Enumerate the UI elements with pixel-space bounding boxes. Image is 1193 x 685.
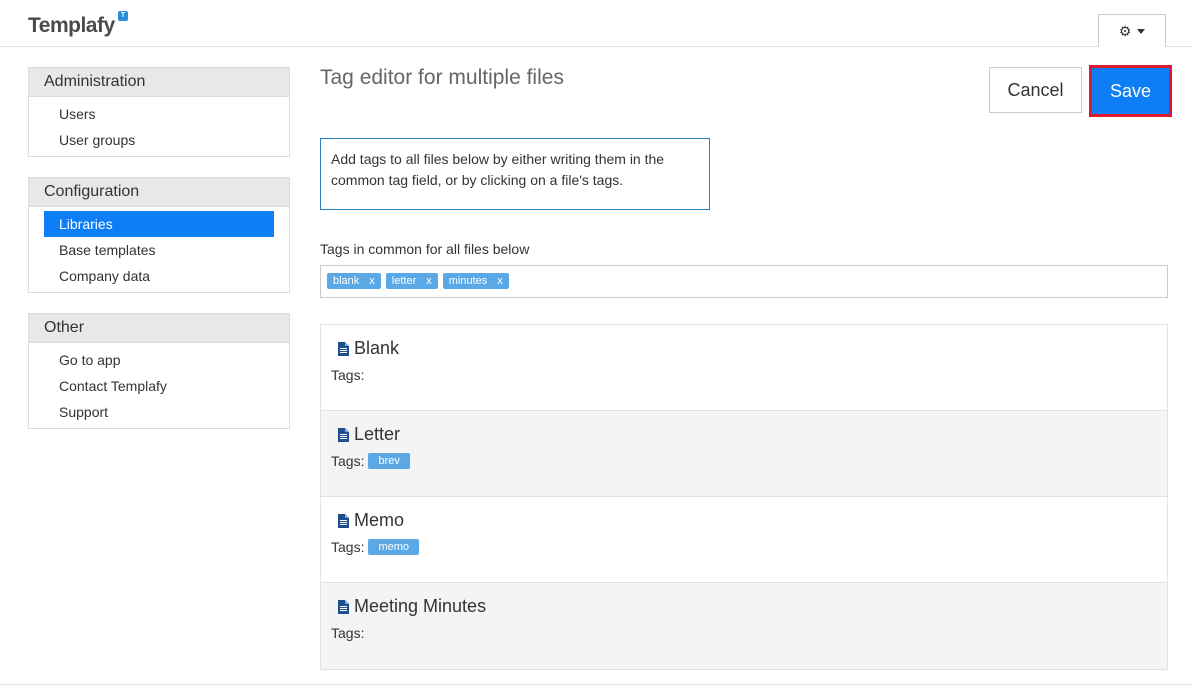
sidebar-item-libraries[interactable]: Libraries (44, 211, 274, 237)
document-icon (338, 513, 349, 528)
sidebar-item-support[interactable]: Support (44, 399, 274, 425)
common-tag-blank[interactable]: blank x (327, 273, 381, 289)
file-name: Blank (354, 337, 400, 358)
info-box: Add tags to all files below by either wr… (320, 138, 710, 210)
file-tag-memo[interactable]: memo (368, 539, 420, 555)
sidebar-item-contact-templafy[interactable]: Contact Templafy (44, 373, 274, 399)
other-header: Other (29, 314, 289, 343)
tag-label: blank (333, 275, 360, 287)
remove-tag-icon[interactable]: x (369, 273, 375, 289)
tags-label: Tags: (331, 539, 365, 555)
remove-tag-icon[interactable]: x (497, 273, 503, 289)
logo-badge: T (118, 11, 128, 21)
file-name: Letter (354, 423, 401, 444)
remove-tag-icon[interactable]: x (426, 273, 432, 289)
file-tag-brev[interactable]: brev (368, 453, 410, 469)
sidebar-item-users[interactable]: Users (44, 101, 274, 127)
tags-label: Tags: (331, 367, 365, 383)
file-name: Memo (354, 509, 405, 530)
file-row-memo: Memo Tags: memo (321, 497, 1167, 583)
templafy-logo[interactable]: Templafy (28, 14, 115, 38)
file-list: Blank Tags: Letter Tags: brev Memo Tags:… (320, 324, 1168, 670)
file-name: Meeting Minutes (354, 595, 487, 616)
common-tags-input[interactable]: blank x letter x minutes x (320, 265, 1168, 298)
administration-header: Administration (29, 68, 289, 97)
top-bar: Templafy T ⚙ (0, 0, 1193, 47)
configuration-header: Configuration (29, 178, 289, 207)
document-icon (338, 599, 349, 614)
settings-dropdown-button[interactable]: ⚙ (1098, 14, 1166, 47)
file-row-letter: Letter Tags: brev (321, 411, 1167, 497)
common-tags-label: Tags in common for all files below (320, 241, 530, 257)
file-row-blank: Blank Tags: (321, 325, 1167, 411)
other-panel: Other Go to app Contact Templafy Support (28, 313, 290, 429)
tags-label: Tags: (331, 453, 365, 469)
gear-icon: ⚙ (1118, 22, 1132, 39)
sidebar-item-company-data[interactable]: Company data (44, 263, 274, 289)
page-title: Tag editor for multiple files (320, 66, 564, 89)
save-button[interactable]: Save (1092, 68, 1169, 114)
caret-down-icon (1137, 28, 1146, 34)
sidebar-item-base-templates[interactable]: Base templates (44, 237, 274, 263)
cancel-button[interactable]: Cancel (989, 67, 1082, 113)
tag-label: letter (391, 275, 417, 287)
common-tag-letter[interactable]: letter x (385, 273, 438, 289)
sidebar-item-user-groups[interactable]: User groups (44, 127, 274, 153)
configuration-panel: Configuration Libraries Base templates C… (28, 177, 290, 293)
administration-panel: Administration Users User groups (28, 67, 290, 157)
common-tag-minutes[interactable]: minutes x (442, 273, 509, 289)
document-icon (338, 341, 349, 356)
tag-label: minutes (448, 275, 488, 287)
tags-label: Tags: (331, 625, 365, 641)
document-icon (338, 427, 349, 442)
sidebar-item-go-to-app[interactable]: Go to app (44, 347, 274, 373)
file-row-meeting-minutes: Meeting Minutes Tags: (321, 583, 1167, 669)
